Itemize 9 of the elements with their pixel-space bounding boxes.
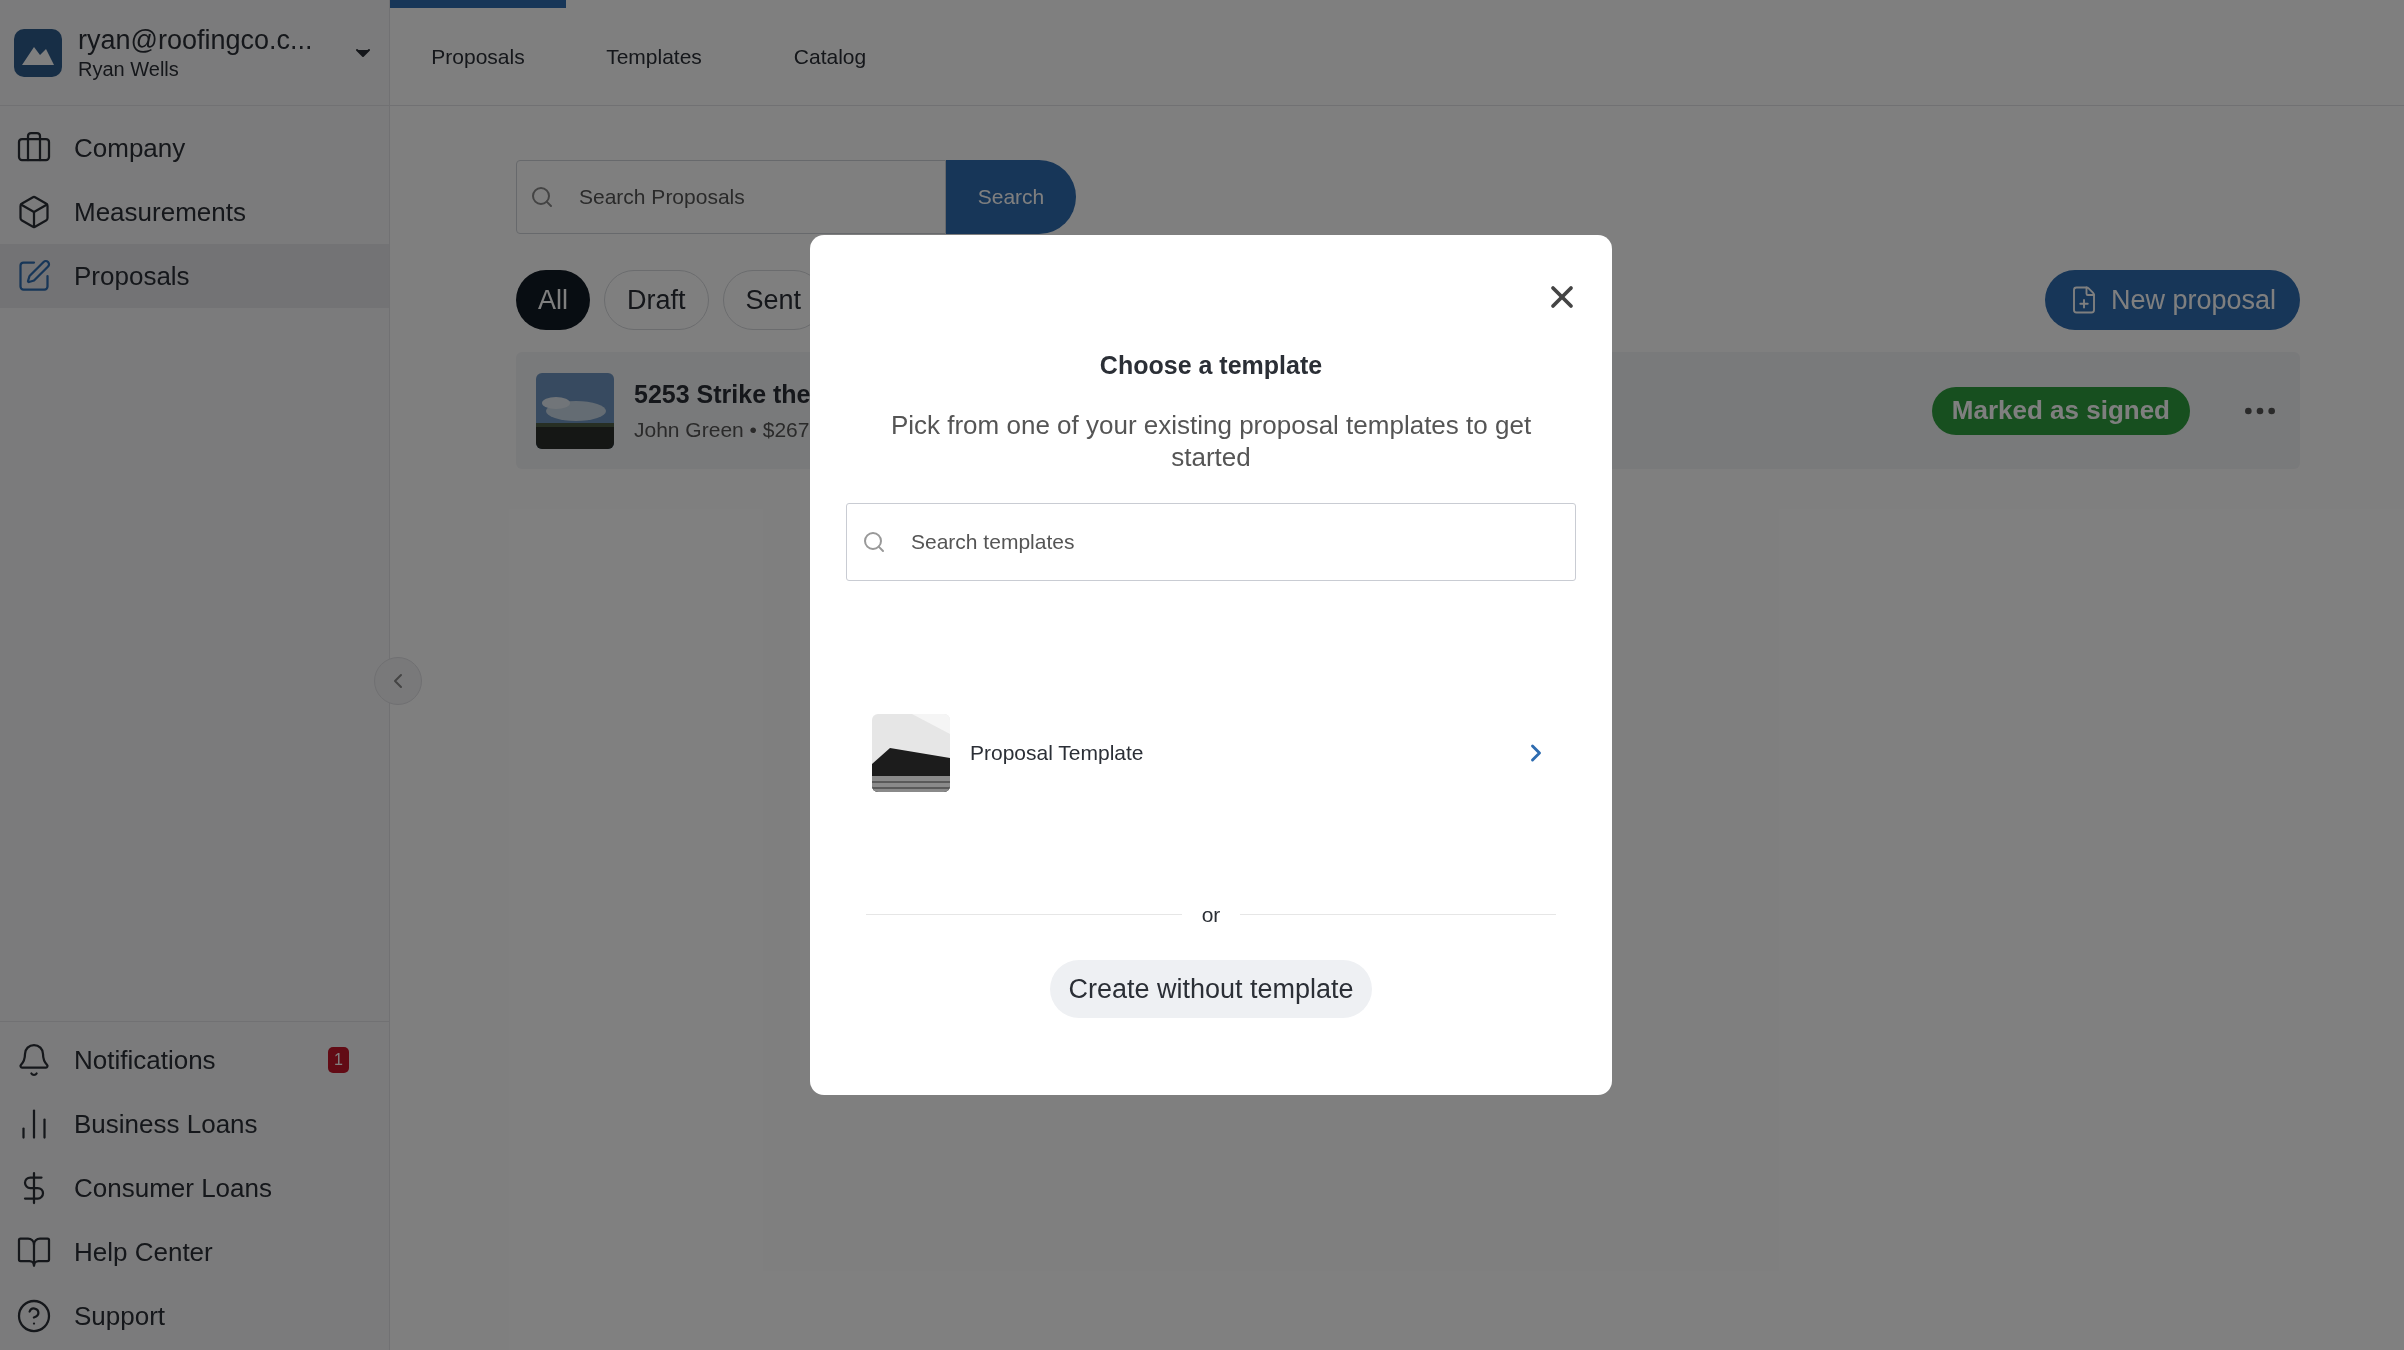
- proposal-title: 5253 Strike the: [634, 379, 812, 410]
- dialog-subtitle: Pick from one of your existing proposal templates to get started: [889, 408, 1533, 473]
- proposal-subtitle: John Green • $267: [634, 416, 810, 443]
- divider-text: or: [1201, 901, 1221, 928]
- account-name: Ryan Wells: [78, 56, 180, 82]
- dialog-title: Choose a template: [1099, 350, 1323, 381]
- notification-badge: 1: [328, 1047, 349, 1073]
- status-badge: Marked as signed: [1931, 386, 2190, 435]
- account-email: ryan@roofingco.c...: [78, 23, 314, 56]
